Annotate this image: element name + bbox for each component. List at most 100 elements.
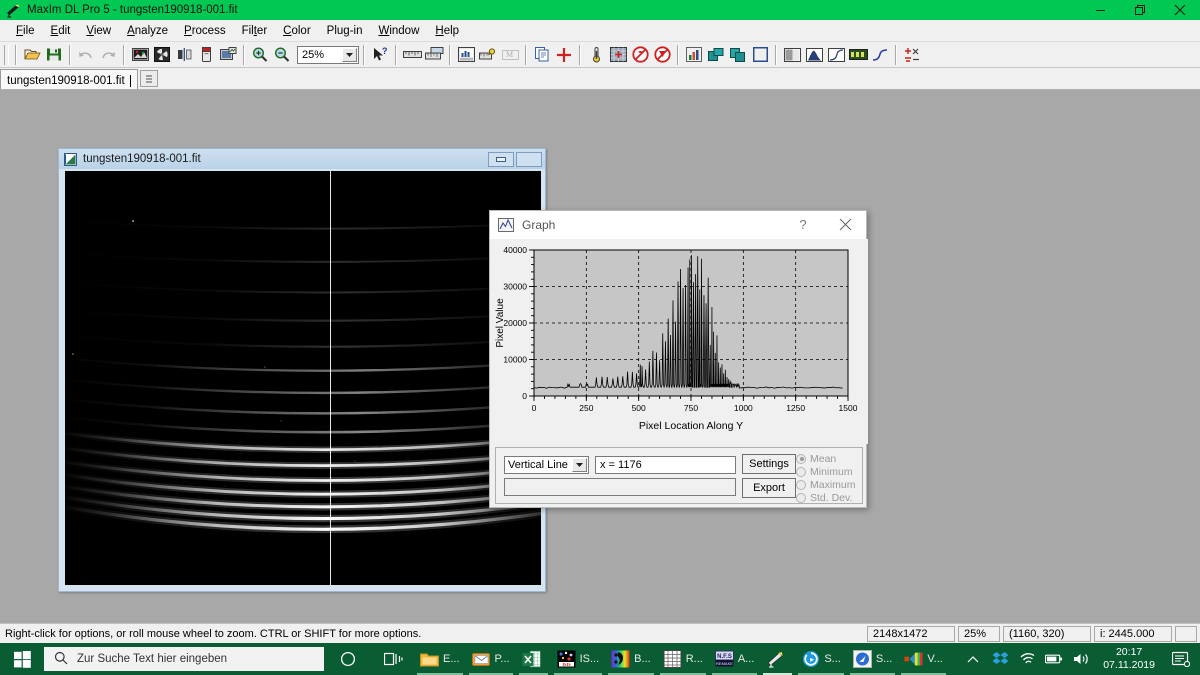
radio-minimum[interactable]: Minimum	[796, 465, 868, 478]
graph-dialog-title-bar[interactable]: Graph ?	[490, 211, 866, 239]
x-readout-field[interactable]: x = 1176	[595, 456, 736, 474]
minimize-icon[interactable]	[1080, 0, 1120, 20]
taskbar-app-isis[interactable]: ISIS IS...	[551, 643, 606, 675]
zoom-in-icon[interactable]	[249, 44, 271, 66]
svg-text:Pixel Location Along Y: Pixel Location Along Y	[639, 420, 743, 432]
image-window-minimize-button[interactable]	[488, 152, 514, 167]
radio-stddev[interactable]: Std. Dev.	[796, 491, 868, 504]
menu-process[interactable]: Process	[176, 23, 234, 39]
image-window-title-bar[interactable]: tungsten190918-001.fit	[59, 149, 545, 169]
menu-file[interactable]: File	[8, 23, 43, 39]
taskbar-app-calculator[interactable]: R...	[657, 643, 709, 675]
taskbar-app-label: S...	[876, 653, 893, 665]
title-bar: MaxIm DL Pro 5 - tungsten190918-001.fit	[0, 0, 1200, 20]
copy-icon[interactable]	[531, 44, 553, 66]
histogram-icon[interactable]	[803, 44, 825, 66]
stretch-icon[interactable]	[869, 44, 891, 66]
zoom-out-icon[interactable]	[271, 44, 293, 66]
menu-filter[interactable]: Filter	[234, 23, 276, 39]
histogram-bars-icon[interactable]	[683, 44, 705, 66]
menu-plugin[interactable]: Plug-in	[319, 23, 371, 39]
taskbar-app-label: P...	[495, 653, 510, 665]
volume-icon[interactable]	[1072, 650, 1090, 668]
chevron-up-icon[interactable]	[964, 650, 982, 668]
wifi-icon[interactable]	[1018, 650, 1036, 668]
fan-icon[interactable]	[151, 44, 173, 66]
taskbar-app-nfs[interactable]: N.F.S REMAKE A...	[709, 643, 761, 675]
image-window-restore-button[interactable]	[516, 152, 542, 167]
chevron-down-icon[interactable]	[572, 458, 587, 472]
window-controls	[1080, 0, 1200, 20]
app-title: MaxIm DL Pro 5 - tungsten190918-001.fit	[27, 4, 238, 16]
taskbar-app-mail[interactable]: P...	[466, 643, 516, 675]
taskbar-app-vlc[interactable]: V...	[898, 643, 949, 675]
layers-icon[interactable]	[727, 44, 749, 66]
search-input[interactable]: Zur Suche Text hier eingeben	[44, 647, 324, 671]
taskbar-app-bass[interactable]: B...	[605, 643, 657, 675]
help-cursor-icon[interactable]: ?	[369, 44, 391, 66]
compass-icon	[853, 650, 872, 669]
toolbar-separator	[395, 45, 397, 65]
isis-icon: ISIS	[557, 650, 576, 669]
ruler-icon[interactable]	[401, 44, 423, 66]
secondary-readout-field[interactable]	[504, 478, 736, 496]
save-file-icon[interactable]	[43, 44, 65, 66]
graph-mode-select[interactable]: Vertical Line	[504, 456, 589, 474]
open-file-icon[interactable]	[21, 44, 43, 66]
thermometer-icon[interactable]	[585, 44, 607, 66]
menu-analyze[interactable]: Analyze	[119, 23, 176, 39]
restore-icon[interactable]	[1120, 0, 1160, 20]
settings-button[interactable]: Settings	[742, 454, 796, 474]
status-spare	[1175, 626, 1197, 642]
svg-text:20000: 20000	[503, 318, 527, 328]
graph-window-icon[interactable]	[455, 44, 477, 66]
menu-color[interactable]: Color	[275, 23, 319, 39]
menu-window[interactable]: Window	[370, 23, 427, 39]
menu-edit[interactable]: Edit	[43, 23, 79, 39]
task-view-icon[interactable]	[372, 651, 414, 667]
taskbar-app-s-circle[interactable]: S...	[795, 643, 847, 675]
chevron-down-icon[interactable]	[342, 48, 357, 62]
taskbar-clock[interactable]: 20:17 07.11.2019	[1099, 646, 1159, 672]
menu-help[interactable]: Help	[427, 23, 467, 39]
pinpoint-icon[interactable]	[477, 44, 499, 66]
screen-capture-icon[interactable]	[217, 44, 239, 66]
action-center-icon[interactable]	[1168, 651, 1194, 667]
cortana-icon[interactable]	[324, 651, 372, 667]
close-icon[interactable]	[1160, 0, 1200, 20]
taskbar-app-maxim-dl[interactable]	[760, 643, 795, 675]
export-button[interactable]: Export	[742, 478, 796, 498]
close-icon[interactable]	[824, 211, 866, 239]
grayscale-icon[interactable]	[781, 44, 803, 66]
math-icon[interactable]	[901, 44, 923, 66]
radio-maximum[interactable]: Maximum	[796, 478, 868, 491]
no-entry-icon[interactable]	[629, 44, 651, 66]
no-entry-alt-icon[interactable]	[651, 44, 673, 66]
taskbar-app-compass[interactable]: S...	[847, 643, 899, 675]
doc-tab-tungsten190918-001[interactable]: tungsten190918-001.fit	[0, 69, 138, 89]
battery-icon[interactable]	[195, 44, 217, 66]
echelle-spectrum-image	[65, 171, 541, 585]
flip-icon[interactable]	[173, 44, 195, 66]
square-outline-icon[interactable]	[749, 44, 771, 66]
crosshair-plus-icon[interactable]	[553, 44, 575, 66]
battery-icon[interactable]	[1045, 650, 1063, 668]
taskbar-app-explorer[interactable]: E...	[414, 643, 466, 675]
image-window-icon[interactable]	[129, 44, 151, 66]
graph-plot-area[interactable]: 010000200003000040000 025050075010001250…	[490, 239, 868, 444]
toolbar-separator	[363, 45, 365, 65]
taskbar-app-excel[interactable]	[516, 643, 551, 675]
dropbox-icon[interactable]	[991, 650, 1009, 668]
calibrate-icon[interactable]	[423, 44, 445, 66]
radio-mean[interactable]: Mean	[796, 452, 868, 465]
zoom-combo[interactable]: 25%	[297, 46, 359, 64]
curve-icon[interactable]	[825, 44, 847, 66]
grid-target-icon[interactable]	[607, 44, 629, 66]
image-canvas-container[interactable]	[65, 171, 541, 585]
overlay-icon[interactable]	[705, 44, 727, 66]
tab-scroll-button[interactable]	[140, 70, 158, 87]
levels-icon[interactable]	[847, 44, 869, 66]
help-button[interactable]: ?	[782, 211, 824, 239]
start-icon[interactable]	[0, 643, 44, 675]
menu-view[interactable]: View	[78, 23, 119, 39]
